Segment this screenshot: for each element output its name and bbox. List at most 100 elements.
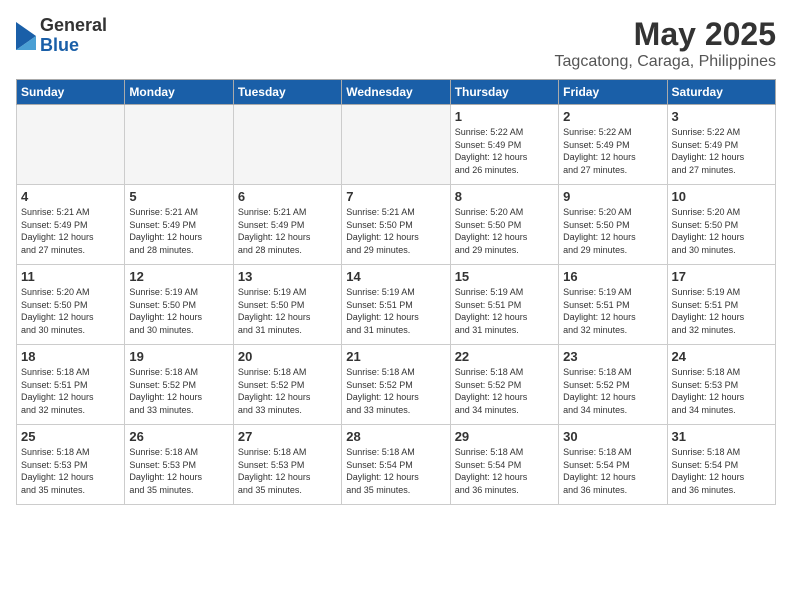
day-number: 6 <box>238 189 337 204</box>
calendar-cell: 20 Sunrise: 5:18 AMSunset: 5:52 PMDayligh… <box>233 345 341 425</box>
day-number: 26 <box>129 429 228 444</box>
day-info: Sunrise: 5:18 AMSunset: 5:52 PMDaylight:… <box>563 366 662 416</box>
calendar-cell: 6Sunrise: 5:21 AMSunset: 5:49 PMDaylight… <box>233 185 341 265</box>
day-number: 31 <box>672 429 771 444</box>
calendar-cell: 10 Sunrise: 5:20 AMSunset: 5:50 PMDayligh… <box>667 185 775 265</box>
calendar-cell: 7Sunrise: 5:21 AMSunset: 5:50 PMDaylight… <box>342 185 450 265</box>
day-info: Sunrise: 5:18 AMSunset: 5:54 PMDaylight:… <box>346 446 445 496</box>
calendar-cell: 26 Sunrise: 5:18 AMSunset: 5:53 PMDayligh… <box>125 425 233 505</box>
calendar-cell: 30Sunrise: 5:18 AMSunset: 5:54 PMDayligh… <box>559 425 667 505</box>
day-info: Sunrise: 5:21 AMSunset: 5:50 PMDaylight:… <box>346 206 445 256</box>
calendar-cell: 28 Sunrise: 5:18 AMSunset: 5:54 PMDayligh… <box>342 425 450 505</box>
day-number: 10 <box>672 189 771 204</box>
day-info: Sunrise: 5:18 AMSunset: 5:53 PMDaylight:… <box>129 446 228 496</box>
calendar-week-1: 1 Sunrise: 5:22 AMSunset: 5:49 PMDaylight… <box>17 105 776 185</box>
calendar-weekday-friday: Friday <box>559 80 667 105</box>
day-info: Sunrise: 5:19 AMSunset: 5:51 PMDaylight:… <box>455 286 554 336</box>
calendar-cell: 18 Sunrise: 5:18 AMSunset: 5:51 PMDayligh… <box>17 345 125 425</box>
day-info: Sunrise: 5:18 AMSunset: 5:51 PMDaylight:… <box>21 366 120 416</box>
calendar-weekday-monday: Monday <box>125 80 233 105</box>
page-header: General Blue May 2025 Tagcatong, Caraga,… <box>16 16 776 71</box>
calendar-body: 1 Sunrise: 5:22 AMSunset: 5:49 PMDaylight… <box>17 105 776 505</box>
calendar-cell: 23 Sunrise: 5:18 AMSunset: 5:52 PMDayligh… <box>559 345 667 425</box>
day-info: Sunrise: 5:18 AMSunset: 5:52 PMDaylight:… <box>238 366 337 416</box>
logo-icon <box>16 22 36 50</box>
calendar-cell: 12Sunrise: 5:19 AMSunset: 5:50 PMDayligh… <box>125 265 233 345</box>
day-info: Sunrise: 5:20 AMSunset: 5:50 PMDaylight:… <box>563 206 662 256</box>
calendar-cell: 11Sunrise: 5:20 AMSunset: 5:50 PMDayligh… <box>17 265 125 345</box>
day-info: Sunrise: 5:20 AMSunset: 5:50 PMDaylight:… <box>672 206 771 256</box>
logo-general: General <box>40 16 107 36</box>
calendar-weekday-wednesday: Wednesday <box>342 80 450 105</box>
calendar-cell: 3 Sunrise: 5:22 AMSunset: 5:49 PMDaylight… <box>667 105 775 185</box>
day-number: 28 <box>346 429 445 444</box>
day-number: 14 <box>346 269 445 284</box>
calendar-cell: 13 Sunrise: 5:19 AMSunset: 5:50 PMDayligh… <box>233 265 341 345</box>
day-number: 5 <box>129 189 228 204</box>
day-number: 27 <box>238 429 337 444</box>
day-info: Sunrise: 5:18 AMSunset: 5:54 PMDaylight:… <box>672 446 771 496</box>
day-number: 11 <box>21 269 120 284</box>
day-number: 25 <box>21 429 120 444</box>
calendar-table: SundayMondayTuesdayWednesdayThursdayFrid… <box>16 79 776 505</box>
calendar-cell: 17Sunrise: 5:19 AMSunset: 5:51 PMDayligh… <box>667 265 775 345</box>
calendar-header-row: SundayMondayTuesdayWednesdayThursdayFrid… <box>17 80 776 105</box>
calendar-cell: 1 Sunrise: 5:22 AMSunset: 5:49 PMDaylight… <box>450 105 558 185</box>
day-info: Sunrise: 5:22 AMSunset: 5:49 PMDaylight:… <box>455 126 554 176</box>
day-number: 23 <box>563 349 662 364</box>
day-info: Sunrise: 5:19 AMSunset: 5:51 PMDaylight:… <box>346 286 445 336</box>
calendar-cell: 16Sunrise: 5:19 AMSunset: 5:51 PMDayligh… <box>559 265 667 345</box>
day-number: 18 <box>21 349 120 364</box>
day-info: Sunrise: 5:18 AMSunset: 5:54 PMDaylight:… <box>563 446 662 496</box>
calendar-cell: 9 Sunrise: 5:20 AMSunset: 5:50 PMDaylight… <box>559 185 667 265</box>
day-info: Sunrise: 5:19 AMSunset: 5:51 PMDaylight:… <box>672 286 771 336</box>
day-number: 9 <box>563 189 662 204</box>
calendar-cell: 8Sunrise: 5:20 AMSunset: 5:50 PMDaylight… <box>450 185 558 265</box>
day-info: Sunrise: 5:20 AMSunset: 5:50 PMDaylight:… <box>455 206 554 256</box>
logo-blue: Blue <box>40 36 107 56</box>
calendar-cell: 25Sunrise: 5:18 AMSunset: 5:53 PMDayligh… <box>17 425 125 505</box>
calendar-cell: 4Sunrise: 5:21 AMSunset: 5:49 PMDaylight… <box>17 185 125 265</box>
day-info: Sunrise: 5:18 AMSunset: 5:54 PMDaylight:… <box>455 446 554 496</box>
day-number: 3 <box>672 109 771 124</box>
calendar-cell: 2 Sunrise: 5:22 AMSunset: 5:49 PMDaylight… <box>559 105 667 185</box>
calendar-week-2: 4Sunrise: 5:21 AMSunset: 5:49 PMDaylight… <box>17 185 776 265</box>
day-info: Sunrise: 5:21 AMSunset: 5:49 PMDaylight:… <box>21 206 120 256</box>
day-number: 15 <box>455 269 554 284</box>
day-info: Sunrise: 5:18 AMSunset: 5:52 PMDaylight:… <box>346 366 445 416</box>
calendar-cell: 15 Sunrise: 5:19 AMSunset: 5:51 PMDayligh… <box>450 265 558 345</box>
day-number: 20 <box>238 349 337 364</box>
calendar-cell <box>342 105 450 185</box>
day-number: 1 <box>455 109 554 124</box>
location-title: Tagcatong, Caraga, Philippines <box>555 53 776 71</box>
calendar-cell: 5Sunrise: 5:21 AMSunset: 5:49 PMDaylight… <box>125 185 233 265</box>
day-info: Sunrise: 5:18 AMSunset: 5:52 PMDaylight:… <box>455 366 554 416</box>
day-info: Sunrise: 5:22 AMSunset: 5:49 PMDaylight:… <box>563 126 662 176</box>
calendar-cell <box>125 105 233 185</box>
day-number: 13 <box>238 269 337 284</box>
calendar-cell: 19Sunrise: 5:18 AMSunset: 5:52 PMDayligh… <box>125 345 233 425</box>
logo-text: General Blue <box>40 16 107 56</box>
month-title: May 2025 <box>555 16 776 53</box>
logo: General Blue <box>16 16 107 56</box>
calendar-week-5: 25 Sunrise: 5:18 AMSunset: 5:53 PMDayligh… <box>17 425 776 505</box>
calendar-cell: 21Sunrise: 5:18 AMSunset: 5:52 PMDayligh… <box>342 345 450 425</box>
calendar-cell <box>233 105 341 185</box>
day-number: 22 <box>455 349 554 364</box>
day-info: Sunrise: 5:19 AMSunset: 5:50 PMDaylight:… <box>238 286 337 336</box>
title-block: May 2025 Tagcatong, Caraga, Philippines <box>555 16 776 71</box>
day-number: 12 <box>129 269 228 284</box>
day-number: 16 <box>563 269 662 284</box>
day-number: 19 <box>129 349 228 364</box>
calendar-cell: 31 Sunrise: 5:18 AMSunset: 5:54 PMDayligh… <box>667 425 775 505</box>
day-info: Sunrise: 5:18 AMSunset: 5:53 PMDaylight:… <box>672 366 771 416</box>
day-number: 24 <box>672 349 771 364</box>
calendar-cell: 29Sunrise: 5:18 AMSunset: 5:54 PMDayligh… <box>450 425 558 505</box>
calendar-weekday-sunday: Sunday <box>17 80 125 105</box>
day-number: 2 <box>563 109 662 124</box>
day-info: Sunrise: 5:22 AMSunset: 5:49 PMDaylight:… <box>672 126 771 176</box>
calendar-week-4: 18 Sunrise: 5:18 AMSunset: 5:51 PMDayligh… <box>17 345 776 425</box>
day-info: Sunrise: 5:18 AMSunset: 5:53 PMDaylight:… <box>238 446 337 496</box>
calendar-cell: 14 Sunrise: 5:19 AMSunset: 5:51 PMDayligh… <box>342 265 450 345</box>
calendar-weekday-tuesday: Tuesday <box>233 80 341 105</box>
